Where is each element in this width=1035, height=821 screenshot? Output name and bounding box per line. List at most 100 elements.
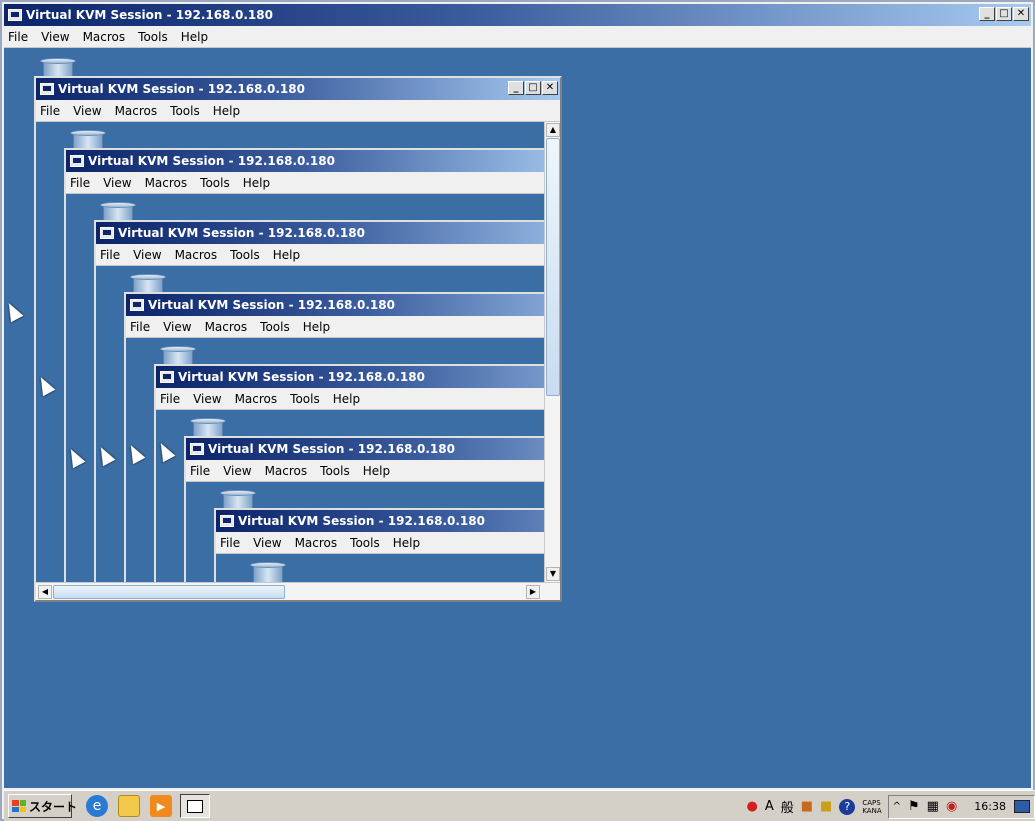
vertical-scroll-thumb[interactable] — [546, 138, 560, 396]
folder-icon[interactable] — [118, 795, 140, 817]
media-player-icon[interactable]: ▶ — [150, 795, 172, 817]
ime-tool-icon[interactable]: ■ — [801, 799, 813, 814]
menu-help[interactable]: Help — [393, 536, 420, 550]
menu-file[interactable]: File — [220, 536, 240, 550]
vertical-scrollbar[interactable]: ▲ ▼ — [544, 122, 560, 582]
nested-remote-desktop[interactable]: Virtual KVM Session - 192.168.0.180 File… — [156, 410, 544, 582]
nested-remote-desktop[interactable]: Virtual KVM Session - 192.168.0.180 File… — [186, 482, 544, 582]
maximize-button[interactable]: □ — [525, 81, 541, 95]
window-title-bar[interactable]: Virtual KVM Session - 192.168.0.180 _ □ … — [4, 4, 1031, 26]
menu-file[interactable]: File — [190, 464, 210, 478]
menu-macros[interactable]: Macros — [265, 464, 308, 478]
menu-view[interactable]: View — [253, 536, 281, 550]
nested-remote-desktop[interactable]: Virtual KVM Session - 192.168.0.180 File… — [96, 266, 544, 582]
nested-kvm-window-7: Virtual KVM Session - 192.168.0.180 File… — [214, 508, 544, 582]
menu-view[interactable]: View — [163, 320, 191, 334]
nested-window-title: Virtual KVM Session - 192.168.0.180 — [118, 226, 365, 240]
menu-macros[interactable]: Macros — [145, 176, 188, 190]
menu-macros[interactable]: Macros — [115, 104, 158, 118]
nested-menu-bar: File View Macros Tools Help — [216, 532, 544, 554]
menu-macros[interactable]: Macros — [205, 320, 248, 334]
scroll-up-button[interactable]: ▲ — [546, 123, 560, 137]
menu-tools[interactable]: Tools — [138, 30, 168, 44]
nested-kvm-window-6: Virtual KVM Session - 192.168.0.180 File… — [184, 436, 544, 582]
action-center-flag-icon[interactable]: ⚑ — [908, 799, 920, 814]
menu-file[interactable]: File — [160, 392, 180, 406]
menu-file[interactable]: File — [130, 320, 150, 334]
nested-title-bar[interactable]: Virtual KVM Session - 192.168.0.180 _ □ … — [36, 78, 560, 100]
ime-kanji-mode[interactable]: 般 — [781, 797, 794, 816]
menu-help[interactable]: Help — [363, 464, 390, 478]
nested-title-bar[interactable]: Virtual KVM Session - 192.168.0.180 — [96, 222, 544, 244]
menu-tools[interactable]: Tools — [260, 320, 290, 334]
nested-kvm-window-5: Virtual KVM Session - 192.168.0.180 File… — [154, 364, 544, 582]
close-button[interactable]: ✕ — [542, 81, 558, 95]
menu-help[interactable]: Help — [243, 176, 270, 190]
menu-macros[interactable]: Macros — [175, 248, 218, 262]
menu-help[interactable]: Help — [213, 104, 240, 118]
menu-tools[interactable]: Tools — [200, 176, 230, 190]
kvm-window-icon — [130, 299, 144, 311]
clock[interactable]: 16:38 — [974, 800, 1006, 813]
horizontal-scroll-thumb[interactable] — [53, 585, 285, 599]
menu-view[interactable]: View — [103, 176, 131, 190]
ime-alpha-mode[interactable]: A — [765, 799, 774, 814]
horizontal-scrollbar[interactable]: ◀ ▶ — [36, 582, 560, 600]
nested-remote-desktop[interactable] — [216, 554, 544, 582]
nested-kvm-window-1: Virtual KVM Session - 192.168.0.180 _ □ … — [34, 76, 562, 602]
nested-title-bar[interactable]: Virtual KVM Session - 192.168.0.180 — [216, 510, 544, 532]
nested-window-title: Virtual KVM Session - 192.168.0.180 — [148, 298, 395, 312]
show-desktop-icon[interactable] — [1014, 800, 1030, 813]
menu-tools[interactable]: Tools — [230, 248, 260, 262]
nested-remote-desktop[interactable]: Virtual KVM Session - 192.168.0.180 File… — [36, 122, 544, 582]
scroll-left-button[interactable]: ◀ — [38, 585, 52, 599]
menu-file[interactable]: File — [8, 30, 28, 44]
start-button[interactable]: スタート — [8, 794, 77, 818]
menu-tools[interactable]: Tools — [350, 536, 380, 550]
remote-desktop[interactable]: Virtual KVM Session - 192.168.0.180 _ □ … — [4, 48, 1031, 788]
minimize-button[interactable]: _ — [508, 81, 524, 95]
scroll-down-button[interactable]: ▼ — [546, 567, 560, 581]
network-icon[interactable]: ▦ — [927, 799, 939, 814]
menu-view[interactable]: View — [41, 30, 69, 44]
menu-view[interactable]: View — [73, 104, 101, 118]
kvm-window-icon — [220, 515, 234, 527]
caps-label: CAPS — [862, 798, 881, 807]
help-icon[interactable]: ? — [839, 798, 856, 815]
maximize-button[interactable]: □ — [996, 7, 1012, 21]
menu-macros[interactable]: Macros — [295, 536, 338, 550]
nested-window-title: Virtual KVM Session - 192.168.0.180 — [238, 514, 485, 528]
recycle-bin-icon[interactable] — [250, 562, 286, 582]
menu-macros[interactable]: Macros — [83, 30, 126, 44]
menu-file[interactable]: File — [100, 248, 120, 262]
menu-help[interactable]: Help — [181, 30, 208, 44]
ie-icon[interactable]: e — [86, 795, 108, 817]
scroll-right-button[interactable]: ▶ — [526, 585, 540, 599]
menu-tools[interactable]: Tools — [320, 464, 350, 478]
nested-title-bar[interactable]: Virtual KVM Session - 192.168.0.180 — [156, 366, 544, 388]
menu-tools[interactable]: Tools — [290, 392, 320, 406]
ime-dictionary-icon[interactable]: ■ — [820, 799, 832, 814]
menu-macros[interactable]: Macros — [235, 392, 278, 406]
menu-help[interactable]: Help — [273, 248, 300, 262]
menu-view[interactable]: View — [223, 464, 251, 478]
show-hidden-icons-icon[interactable]: ^ — [893, 801, 901, 812]
menu-tools[interactable]: Tools — [170, 104, 200, 118]
ime-red-ball-icon[interactable]: ● — [746, 799, 757, 814]
menu-help[interactable]: Help — [303, 320, 330, 334]
menu-file[interactable]: File — [40, 104, 60, 118]
nested-remote-desktop[interactable]: Virtual KVM Session - 192.168.0.180 File… — [66, 194, 544, 582]
volume-muted-icon[interactable]: ◉ — [946, 799, 957, 814]
nested-title-bar[interactable]: Virtual KVM Session - 192.168.0.180 — [126, 294, 544, 316]
nested-title-bar[interactable]: Virtual KVM Session - 192.168.0.180 — [66, 150, 544, 172]
nested-title-bar[interactable]: Virtual KVM Session - 192.168.0.180 — [186, 438, 544, 460]
task-kvm-session[interactable] — [180, 794, 210, 818]
nested-window-title: Virtual KVM Session - 192.168.0.180 — [88, 154, 335, 168]
minimize-button[interactable]: _ — [979, 7, 995, 21]
menu-view[interactable]: View — [133, 248, 161, 262]
close-button[interactable]: ✕ — [1013, 7, 1029, 21]
menu-view[interactable]: View — [193, 392, 221, 406]
menu-file[interactable]: File — [70, 176, 90, 190]
menu-help[interactable]: Help — [333, 392, 360, 406]
nested-remote-desktop[interactable]: Virtual KVM Session - 192.168.0.180 File… — [126, 338, 544, 582]
